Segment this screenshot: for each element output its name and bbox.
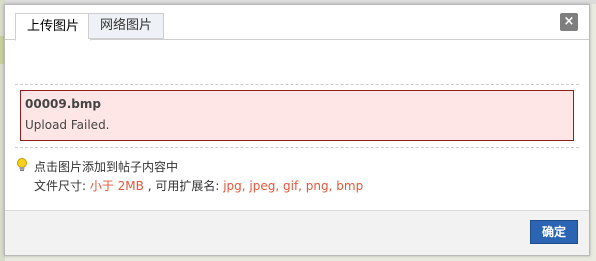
tip-insert-hint: 点击图片添加到帖子内容中	[34, 160, 179, 174]
tip-size-label: 文件尺寸:	[34, 179, 90, 193]
divider-top	[15, 84, 579, 85]
tip-size-value: 小于 2MB	[89, 179, 144, 193]
dialog-footer: 确定	[5, 210, 589, 255]
tip-ext-value: jpg, jpeg, gif, png, bmp	[223, 179, 364, 193]
upload-filename: 00009.bmp	[25, 97, 101, 111]
confirm-button[interactable]: 确定	[530, 220, 578, 244]
upload-status: Upload Failed.	[25, 118, 110, 132]
lightbulb-icon	[17, 158, 27, 171]
tab-web-image[interactable]: 网络图片	[88, 13, 165, 39]
tab-upload-image[interactable]: 上传图片	[15, 13, 92, 41]
image-upload-dialog: 上传图片 网络图片 × 00009.bmp Upload Failed. 点击图…	[4, 4, 590, 256]
close-icon[interactable]: ×	[560, 13, 578, 31]
tab-bar: 上传图片 网络图片 ×	[5, 5, 589, 41]
tip-file-limits: 文件尺寸: 小于 2MB , 可用扩展名: jpg, jpeg, gif, pn…	[34, 177, 363, 194]
divider-bottom	[15, 147, 579, 148]
upload-error-box: 00009.bmp Upload Failed.	[20, 90, 574, 141]
tip-ext-label: , 可用扩展名:	[143, 179, 224, 193]
